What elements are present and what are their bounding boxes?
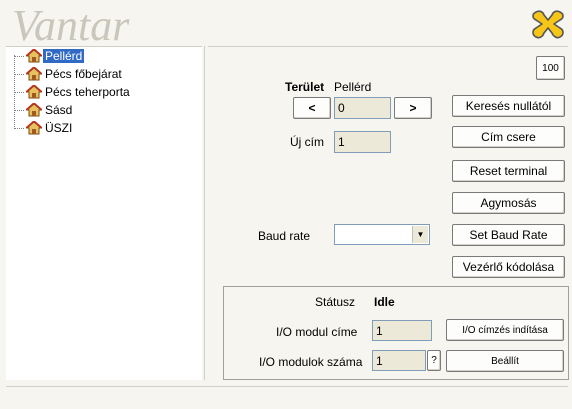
tree-item-sasd[interactable]: Sásd — [6, 103, 202, 117]
tree-item-label: Pécs főbejárat — [45, 67, 122, 81]
panel-top-border — [208, 46, 568, 47]
controller-encode-button[interactable]: Vezérlő kódolása — [452, 256, 565, 278]
tree-connector — [14, 110, 24, 111]
tree-item-pecs-teherporta[interactable]: Pécs teherporta — [6, 85, 202, 99]
status-label: Státusz — [315, 295, 356, 309]
tree-connector — [14, 128, 24, 129]
set-button[interactable]: Beállít — [446, 350, 564, 372]
agymosas-button[interactable]: Agymosás — [452, 192, 565, 214]
tree-connector — [14, 74, 24, 75]
set-baud-rate-button[interactable]: Set Baud Rate — [452, 224, 565, 246]
terulet-label: Terület — [285, 80, 325, 94]
corner-100-button[interactable]: 100 — [536, 56, 565, 80]
house-icon — [26, 67, 42, 81]
tree-item-pellerd[interactable]: Pellérd — [6, 49, 202, 63]
logo-text: Vantar — [12, 1, 130, 46]
search-from-zero-button[interactable]: Keresés nullától — [452, 95, 565, 117]
io-module-address-label: I/O modul címe — [276, 325, 358, 339]
vantar-logo: Vantar — [12, 1, 130, 46]
io-module-count-field[interactable]: 1 — [372, 350, 426, 371]
chevron-down-icon[interactable]: ▼ — [412, 226, 428, 243]
io-module-count-label: I/O modulok száma — [259, 355, 363, 369]
io-start-addressing-button[interactable]: I/O címzés indítása — [446, 319, 564, 341]
address-field[interactable]: 0 — [334, 97, 391, 119]
address-change-button[interactable]: Cím csere — [452, 126, 565, 148]
tree-item-label: ÜSZI — [45, 121, 73, 135]
tree-item-uszi[interactable]: ÜSZI — [6, 121, 202, 135]
next-button[interactable]: > — [394, 97, 432, 119]
house-icon — [26, 85, 42, 99]
house-icon — [26, 49, 42, 63]
baud-rate-select[interactable]: ▼ — [334, 224, 430, 245]
uj-cim-field[interactable]: 1 — [334, 131, 391, 153]
close-icon[interactable] — [530, 8, 566, 40]
tree-item-label: Pellérd — [43, 49, 85, 63]
panel-divider — [204, 46, 205, 380]
io-module-address-field[interactable]: 1 — [372, 320, 432, 341]
status-value: Idle — [374, 295, 395, 309]
tree-item-pecs-fobejarat[interactable]: Pécs főbejárat — [6, 67, 202, 81]
prev-button[interactable]: < — [293, 97, 331, 119]
uj-cim-label: Új cím — [290, 135, 324, 149]
help-button[interactable]: ? — [427, 350, 441, 371]
tree-item-label: Pécs teherporta — [45, 85, 130, 99]
terulet-value: Pellérd — [334, 80, 372, 94]
baud-rate-label: Baud rate — [258, 229, 311, 243]
reset-terminal-button[interactable]: Reset terminal — [452, 160, 565, 182]
bottom-divider — [6, 386, 568, 387]
tree-item-label: Sásd — [45, 103, 73, 117]
main-window: Vantar Pellérd Pécs főbejárat Pécs teher… — [0, 0, 572, 409]
tree-connector — [14, 92, 24, 93]
location-tree: Pellérd Pécs főbejárat Pécs teherporta S… — [6, 46, 202, 380]
house-icon — [26, 121, 42, 135]
house-icon — [26, 103, 42, 117]
tree-connector — [14, 56, 24, 57]
